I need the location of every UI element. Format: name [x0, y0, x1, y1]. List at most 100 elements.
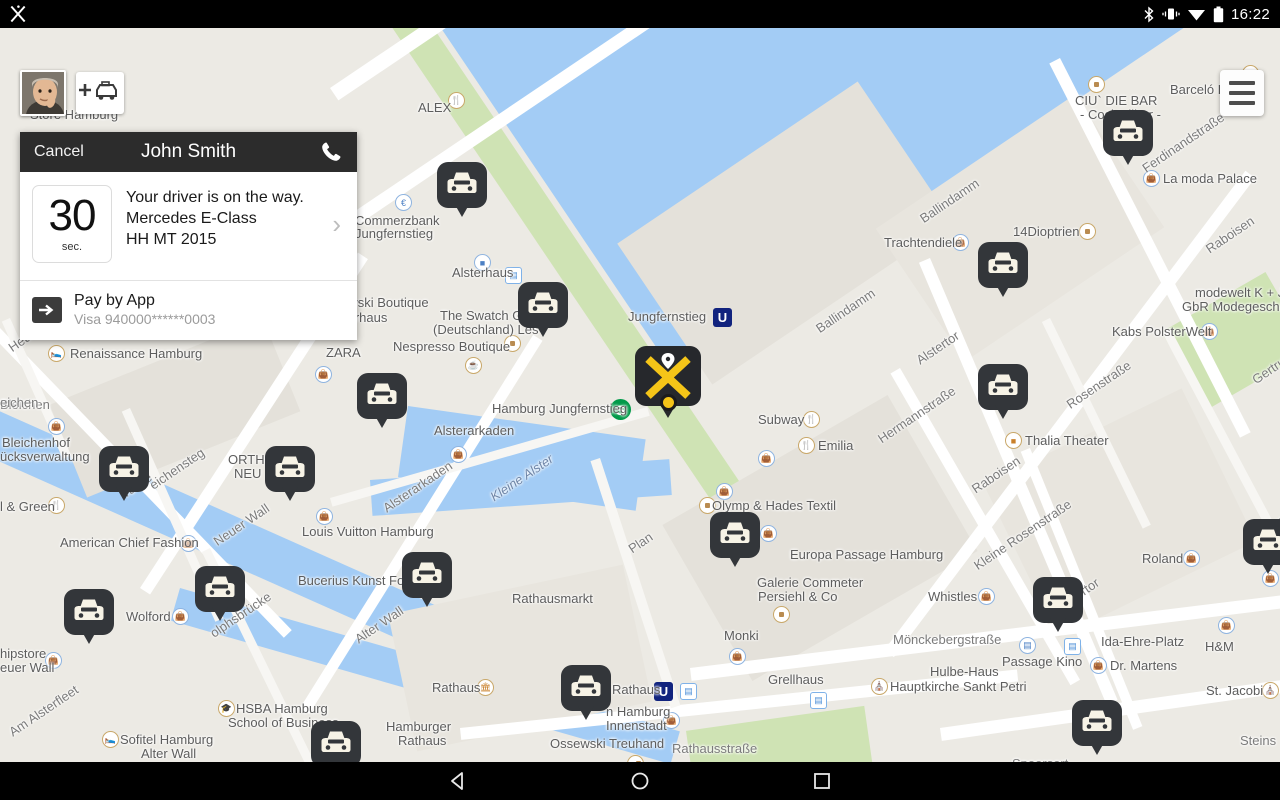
taxi-marker[interactable] [357, 373, 407, 429]
taxi-marker[interactable] [518, 282, 568, 338]
taxi-marker[interactable] [1243, 519, 1280, 575]
recents-button[interactable] [811, 770, 833, 792]
poi-thalia-theater[interactable]: ■ [1005, 432, 1022, 449]
poi-roland[interactable]: 👜 [1183, 550, 1200, 567]
taxi-car-icon [412, 562, 442, 583]
pickup-location-dot [660, 394, 677, 411]
poi-14dioptrien[interactable] [1079, 223, 1096, 240]
payment-title: Pay by App [74, 292, 155, 309]
poi-passage-kino[interactable]: ▤ [1019, 637, 1036, 654]
map-label: Dr. Martens [1110, 658, 1178, 673]
taxi-car-icon [988, 252, 1018, 273]
taxi-marker-tip [212, 607, 228, 621]
poi-louis-vuitton[interactable]: 👜 [316, 508, 333, 525]
menu-bar-2 [1229, 91, 1255, 95]
map-label: 14Dioptrien [1013, 224, 1080, 239]
back-button[interactable] [447, 770, 469, 792]
status-line-1: Your driver is on the way. [126, 189, 304, 206]
taxi-marker[interactable] [437, 162, 487, 218]
map-canvas[interactable]: 🍴 € ■ ▤ ☕ 👜 🛌 👜 🍴 👜 👜 👜 👜 👜 S U U ▤ 🏛 🎓 … [0, 28, 1280, 762]
map-label: Rathausmarkt [512, 591, 593, 606]
taxi-marker[interactable] [64, 589, 114, 645]
map-label: American Chief Fashion [60, 535, 199, 550]
poi-ossewski[interactable]: ■ [627, 755, 644, 762]
taxi-marker[interactable] [402, 552, 452, 608]
taxi-marker-tip [1050, 618, 1066, 632]
taxi-marker[interactable] [1103, 110, 1153, 166]
taxi-marker[interactable] [311, 721, 361, 762]
add-car-button[interactable] [76, 72, 124, 114]
taxi-marker-tip [995, 405, 1011, 419]
menu-bar-1 [1229, 81, 1255, 85]
taxi-car-icon [367, 383, 397, 404]
chevron-right-icon[interactable]: › [332, 209, 345, 240]
poi-emilia-restaurant[interactable]: 🍴 [798, 437, 815, 454]
taxi-car-icon [1113, 120, 1143, 141]
poi-bleichenhof[interactable]: 👜 [48, 418, 65, 435]
ride-status-row[interactable]: 30 sec. Your driver is on the way. Merce… [20, 172, 357, 280]
call-driver-button[interactable] [319, 140, 343, 164]
poi-ubahn-jungfernstieg[interactable]: U [713, 308, 732, 327]
poi-galerie-commeter[interactable] [773, 606, 790, 623]
taxi-marker[interactable] [978, 364, 1028, 420]
map-label: Wolford [126, 609, 171, 624]
taxi-marker[interactable] [99, 446, 149, 502]
taxi-marker[interactable] [978, 242, 1028, 298]
poi-whistles[interactable]: 👜 [978, 588, 995, 605]
map-label: eichen [0, 395, 39, 410]
taxi-car-icon [321, 731, 351, 752]
poi-ida-ehre-transit[interactable]: ▤ [1064, 638, 1081, 655]
taxi-car-icon [988, 374, 1018, 395]
map-label: Whistles [928, 589, 978, 604]
map-label: ALEX [418, 100, 452, 115]
taxi-marker[interactable] [561, 665, 611, 721]
add-car-icon [79, 81, 117, 100]
poi-subway-restaurant[interactable]: 🍴 [803, 411, 820, 428]
poi-nespresso-cafe[interactable]: ☕ [465, 357, 482, 374]
poi-hauptkirche-petri[interactable]: ⛪ [871, 678, 888, 695]
home-button[interactable] [629, 770, 651, 792]
poi-alsterarkaden-shop[interactable]: 👜 [450, 446, 467, 463]
poi-alsterhaus-2[interactable]: 👜 [758, 450, 775, 467]
arrow-right-glyph [39, 304, 54, 315]
poi-monki[interactable]: 👜 [729, 648, 746, 665]
poi-wolford[interactable]: 👜 [172, 608, 189, 625]
taxi-marker[interactable] [195, 566, 245, 622]
poi-hm[interactable]: 👜 [1218, 617, 1235, 634]
vibrate-icon [1162, 8, 1180, 20]
taxi-marker[interactable] [265, 446, 315, 502]
poi-europa-passage-shop[interactable]: 👜 [760, 525, 777, 542]
map-label: Kabs PolsterWelt [1112, 324, 1212, 339]
map-label: Hauptkirche Sankt Petri [890, 679, 1027, 694]
payment-row[interactable]: Pay by App Visa 940000******0003 [20, 281, 357, 340]
map-label: H&M [1205, 639, 1234, 654]
cancel-button[interactable]: Cancel [34, 143, 84, 161]
eta-value: 30 [48, 191, 97, 241]
taxi-marker[interactable] [1072, 700, 1122, 756]
map-label: Innenstadt [606, 718, 667, 733]
taxi-marker[interactable] [710, 512, 760, 568]
poi-rathaus-transit[interactable]: ▤ [680, 683, 697, 700]
poi-dr-martens[interactable]: 👜 [1090, 657, 1107, 674]
taxi-marker-tip [995, 283, 1011, 297]
map-label: NEU [234, 466, 262, 481]
hamburger-menu-button[interactable] [1220, 70, 1264, 116]
poi-sofitel-hotel[interactable]: 🛌 [102, 731, 119, 748]
device-screen: 16:22 🍴 € ■ ▤ ☕ 👜 🛌 👜 🍴 👜 👜 👜 👜 👜 S U U … [0, 0, 1280, 800]
map-label: Nespresso Boutique [393, 339, 511, 354]
poi-grellhaus-transit[interactable]: ▤ [810, 692, 827, 709]
driver-avatar[interactable] [20, 70, 66, 116]
poi-zara[interactable]: 👜 [315, 366, 332, 383]
poi-commerzbank[interactable]: € [395, 194, 412, 211]
map-label: Europa Passage Hamburg [790, 547, 944, 562]
arrow-right-icon [32, 296, 62, 323]
taxi-car-icon [528, 292, 558, 313]
poi-renaissance-hotel[interactable]: 🛌 [48, 345, 65, 362]
poi-ciu-die-bar[interactable] [1088, 76, 1105, 93]
poi-st-jacobi[interactable]: ⛪ [1262, 682, 1279, 699]
map-label: St. Jacobi [1206, 683, 1264, 698]
map-label: GbR Modegeschäft [1182, 299, 1280, 314]
taxi-car-icon [1082, 710, 1112, 731]
taxi-marker[interactable] [1033, 577, 1083, 633]
taxi-marker-tip [1120, 151, 1136, 165]
